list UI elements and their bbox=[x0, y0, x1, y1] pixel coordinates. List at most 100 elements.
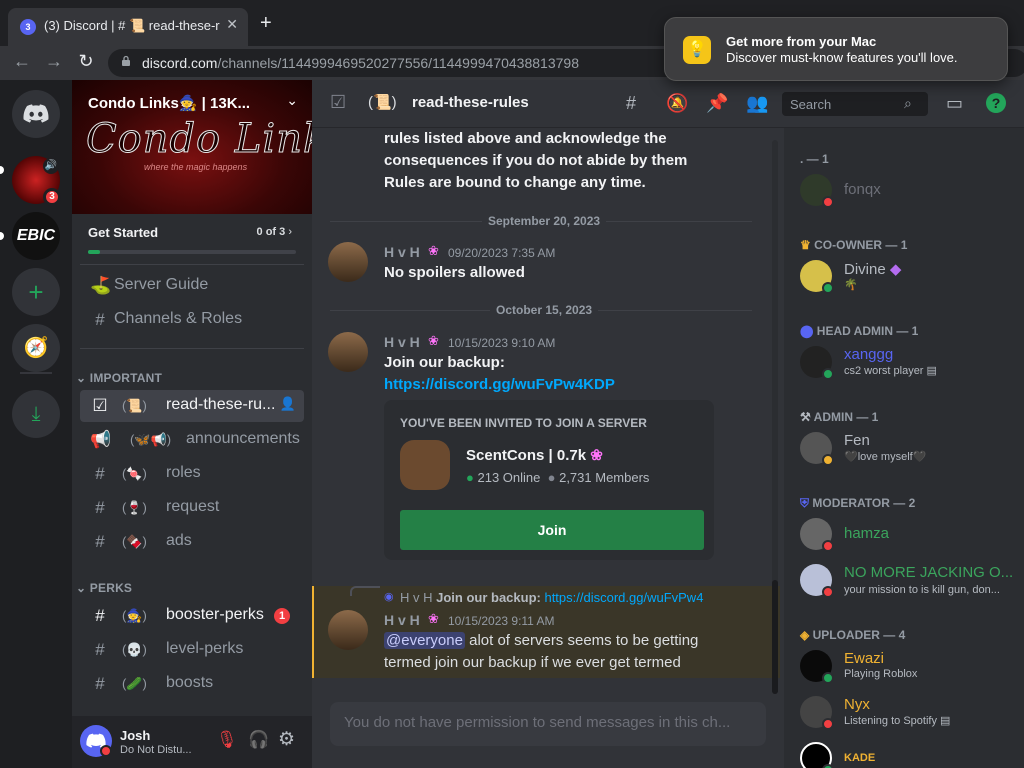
url-text: discord.com/channels/1144999469520277556… bbox=[142, 55, 579, 71]
avatar[interactable] bbox=[800, 742, 834, 768]
message-author[interactable]: H v H bbox=[384, 244, 420, 260]
channels-roles-link[interactable]: # Channels & Roles bbox=[80, 304, 304, 336]
message-author[interactable]: H v H bbox=[384, 612, 420, 628]
member-list-icon[interactable]: 👥 bbox=[746, 93, 768, 114]
browser-tab[interactable]: 3 (3) Discord | # 📜 read-these-rules ✕ bbox=[8, 8, 248, 46]
role-header: ⬤ HEAD ADMIN — 1 bbox=[800, 324, 919, 338]
message-timestamp: 10/15/2023 9:10 AM bbox=[448, 336, 556, 350]
join-button[interactable]: Join bbox=[400, 510, 704, 550]
help-icon[interactable]: ? bbox=[986, 93, 1006, 113]
dnd-status-icon bbox=[100, 745, 112, 757]
role-header: ◈ UPLOADER — 4 bbox=[800, 628, 906, 642]
channel-name: level-perks bbox=[166, 640, 244, 657]
member-name[interactable]: xanggg bbox=[844, 346, 893, 363]
avatar[interactable] bbox=[328, 242, 368, 282]
channel-level-perks[interactable]: # (💀) level-perks bbox=[80, 634, 304, 666]
member-name[interactable]: Fen bbox=[844, 432, 870, 449]
role-header: ⚒ ADMIN — 1 bbox=[800, 410, 879, 424]
composer-placeholder: You do not have permission to send messa… bbox=[344, 714, 731, 731]
channel-roles[interactable]: # (🍬) roles bbox=[80, 458, 304, 490]
scroll-emoji-icon: (📜) bbox=[368, 94, 397, 111]
avatar[interactable] bbox=[800, 346, 834, 380]
rules-checkbox-icon: ☑ bbox=[330, 92, 347, 112]
category-perks[interactable]: ⌄ PERKS bbox=[76, 581, 132, 595]
channels-roles-label: Channels & Roles bbox=[114, 310, 243, 327]
avatar[interactable] bbox=[800, 564, 834, 598]
member-name[interactable]: Ewazi bbox=[844, 650, 884, 667]
gear-icon[interactable]: ⚙ bbox=[278, 728, 295, 751]
channel-request[interactable]: # (🍷) request bbox=[80, 492, 304, 524]
channel-header: ☑ (📜) read-these-rules # 🔕 📌 👥 Search ⌕ … bbox=[312, 80, 1024, 128]
headphones-icon[interactable]: 🎧 bbox=[248, 730, 269, 750]
new-tab-icon[interactable]: + bbox=[260, 12, 272, 35]
reply-preview[interactable]: H v H Join our backup: https://discord.g… bbox=[400, 590, 703, 605]
category-important[interactable]: ⌄ IMPORTANT bbox=[76, 371, 162, 385]
notification-subtitle: Discover must-know features you'll love. bbox=[726, 50, 958, 65]
channel-name: request bbox=[166, 498, 220, 515]
message-author[interactable]: H v H bbox=[384, 334, 420, 350]
server-name[interactable]: Condo Links🧙 | 13K... bbox=[88, 94, 278, 112]
mac-notification[interactable]: 💡 Get more from your Mac Discover must-k… bbox=[664, 17, 1008, 81]
everyone-mention[interactable]: @everyone bbox=[384, 632, 465, 649]
channel-announcements[interactable]: 📢 (🦋📢) announcements bbox=[80, 424, 304, 456]
avatar[interactable] bbox=[328, 332, 368, 372]
search-icon: ⌕ bbox=[904, 95, 912, 111]
channel-boosts[interactable]: # (🥒) boosts bbox=[80, 668, 304, 700]
message-body: @everyone alot of servers seems to be ge… bbox=[384, 632, 699, 649]
hash-icon: # bbox=[95, 498, 105, 517]
close-tab-icon[interactable]: ✕ bbox=[226, 16, 238, 33]
search-input[interactable]: Search ⌕ bbox=[782, 92, 928, 116]
emoji-icon: (🥒) bbox=[122, 676, 147, 691]
scrollbar-thumb[interactable] bbox=[772, 580, 778, 694]
inbox-icon[interactable]: ▭ bbox=[946, 93, 963, 114]
avatar[interactable] bbox=[800, 174, 834, 208]
hash-icon: # bbox=[95, 532, 105, 551]
forward-arrow-icon[interactable]: → bbox=[42, 51, 66, 72]
back-arrow-icon[interactable]: ← bbox=[10, 51, 34, 72]
emoji-icon: (🍫) bbox=[122, 534, 147, 549]
channel-read-these-rules[interactable]: ☑ (📜) read-these-ru... 👤 bbox=[80, 390, 304, 422]
server-icon-ebic[interactable]: EBIC bbox=[12, 212, 60, 260]
notification-title: Get more from your Mac bbox=[726, 34, 877, 49]
member-name[interactable]: KADE bbox=[844, 752, 875, 764]
channel-name: announcements bbox=[186, 430, 300, 447]
avatar[interactable] bbox=[80, 725, 112, 757]
notifications-muted-icon[interactable]: 🔕 bbox=[666, 93, 688, 114]
mic-muted-icon[interactable]: 🎙 bbox=[216, 730, 238, 750]
invite-header: YOU'VE BEEN INVITED TO JOIN A SERVER bbox=[400, 416, 647, 430]
server-banner[interactable]: Condo Links🧙 | 13K... ⌄ Condo Links wher… bbox=[72, 80, 312, 214]
channel-ads[interactable]: # (🍫) ads bbox=[80, 526, 304, 558]
member-name[interactable]: NO MORE JACKING O... bbox=[844, 564, 1013, 581]
avatar[interactable] bbox=[800, 696, 834, 730]
explore-compass-icon[interactable]: 🧭 bbox=[12, 324, 60, 372]
nitro-boost-icon: ❀ bbox=[428, 243, 439, 258]
avatar[interactable] bbox=[328, 610, 368, 650]
rules-text: rules listed above and acknowledge the c… bbox=[384, 130, 688, 191]
get-started-link[interactable]: Get Started bbox=[88, 225, 158, 240]
avatar[interactable] bbox=[800, 260, 834, 294]
reload-icon[interactable]: ↻ bbox=[74, 51, 98, 72]
pin-icon[interactable]: 📌 bbox=[706, 93, 728, 114]
server-guide-link[interactable]: ⛳ Server Guide bbox=[80, 270, 304, 302]
hammer-icon: ⚒ bbox=[800, 410, 811, 424]
add-member-icon[interactable]: 👤 bbox=[280, 396, 296, 412]
avatar[interactable] bbox=[800, 650, 834, 684]
avatar[interactable] bbox=[800, 432, 834, 466]
discord-home-icon[interactable] bbox=[12, 90, 60, 138]
invite-link[interactable]: https://discord.gg/wuFvPw4KDP bbox=[384, 374, 615, 396]
member-name[interactable]: fonqx bbox=[844, 181, 881, 198]
channel-booster-perks[interactable]: # (🧙) booster-perks 1 bbox=[80, 600, 304, 632]
member-name[interactable]: Divine ◆ bbox=[844, 260, 901, 278]
threads-icon[interactable]: # bbox=[626, 93, 636, 114]
progress-track bbox=[88, 250, 296, 254]
download-icon[interactable]: ⤓ bbox=[12, 390, 60, 438]
discord-favicon-icon: 3 bbox=[20, 19, 36, 35]
message-body: No spoilers allowed bbox=[384, 264, 525, 281]
emoji-icon: (💀) bbox=[122, 642, 147, 657]
avatar[interactable] bbox=[800, 518, 834, 552]
chevron-down-icon[interactable]: ⌄ bbox=[286, 92, 298, 109]
add-server-icon[interactable]: + bbox=[12, 268, 60, 316]
member-name[interactable]: hamza bbox=[844, 525, 889, 542]
hash-icon: # bbox=[95, 640, 105, 659]
member-name[interactable]: Nyx bbox=[844, 696, 870, 713]
